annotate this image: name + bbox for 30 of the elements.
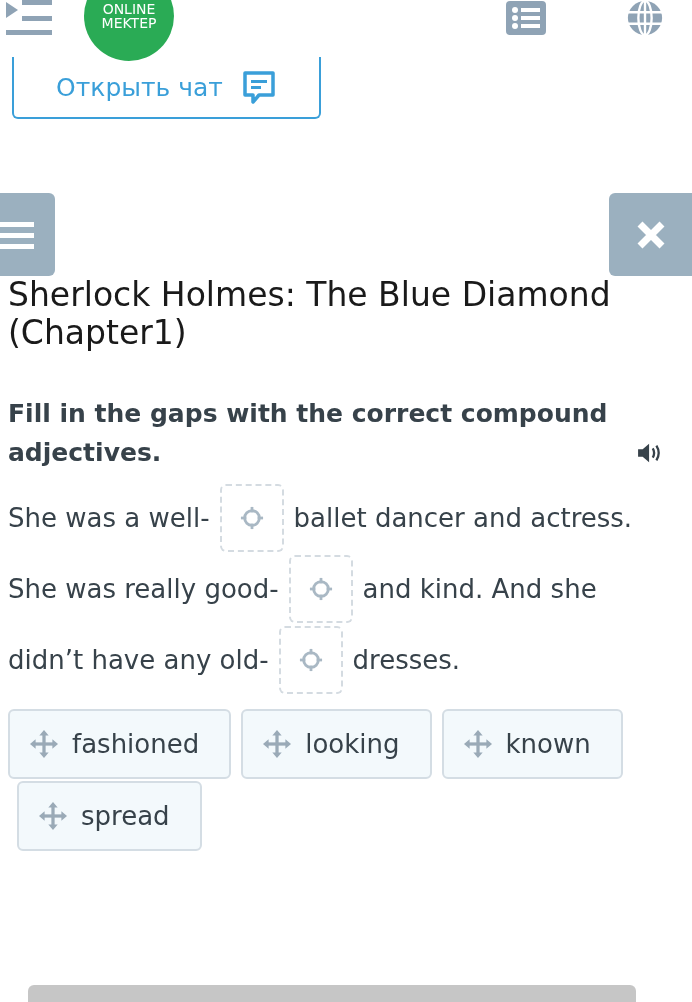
target-icon bbox=[308, 576, 333, 601]
move-icon bbox=[39, 802, 67, 830]
sentence-text: ballet dancer and actress. bbox=[293, 502, 633, 533]
globe-icon[interactable] bbox=[626, 0, 664, 37]
close-icon bbox=[635, 219, 666, 250]
chat-icon bbox=[240, 69, 277, 105]
sentence-text: She was really good- bbox=[8, 573, 279, 604]
target-icon bbox=[298, 647, 323, 672]
drop-gap[interactable] bbox=[219, 483, 284, 552]
drop-gap[interactable] bbox=[288, 554, 353, 623]
word-chip[interactable]: looking bbox=[241, 709, 432, 779]
list-icon[interactable] bbox=[506, 1, 546, 35]
sentence-text: She was a well- bbox=[8, 502, 210, 533]
lesson-title: Sherlock Holmes: The Blue Diamond (Chapter1) bbox=[7, 276, 612, 352]
sentence-text: dresses. bbox=[352, 644, 461, 675]
menu-icon[interactable] bbox=[4, 0, 54, 38]
drop-gap[interactable] bbox=[278, 625, 343, 694]
menu-icon bbox=[0, 219, 34, 250]
target-icon bbox=[239, 505, 264, 530]
sentence-text: and kind. And she bbox=[362, 573, 597, 604]
move-icon bbox=[263, 730, 292, 758]
move-icon bbox=[30, 730, 58, 758]
sentence-text: didn’t have any old- bbox=[8, 644, 269, 675]
word-chip[interactable]: spread bbox=[17, 781, 202, 851]
word-chip[interactable]: known bbox=[441, 709, 623, 779]
move-icon bbox=[463, 730, 492, 758]
menu-button[interactable] bbox=[0, 193, 55, 276]
close-button[interactable] bbox=[609, 193, 692, 276]
instruction-text: Fill in the gaps with the correct compound adjectives. bbox=[8, 398, 609, 469]
word-chip[interactable]: fashioned bbox=[8, 709, 232, 779]
